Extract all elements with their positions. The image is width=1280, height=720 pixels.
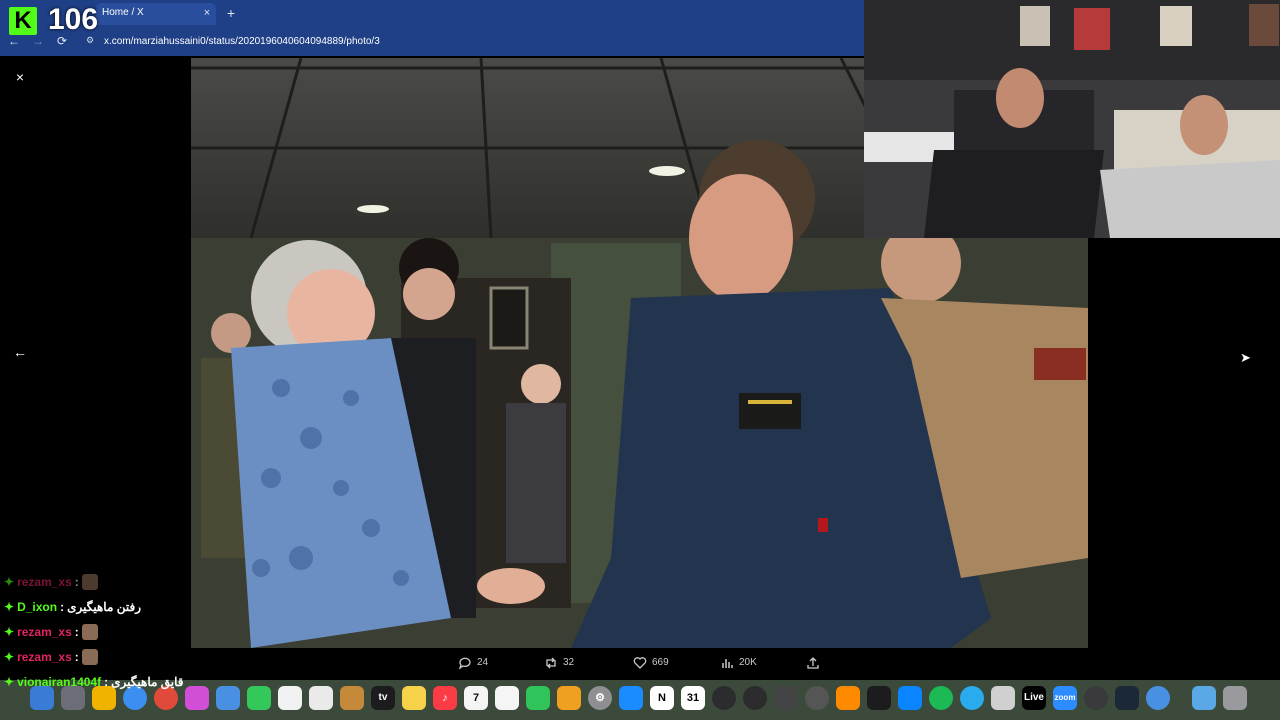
zoom-icon[interactable]: zoom [1053, 686, 1077, 710]
calendar-day: 7 [472, 692, 480, 704]
url-text: x.com/marziahussaini0/status/20201960406… [104, 36, 380, 47]
fl-studio-icon[interactable] [836, 686, 860, 710]
chat-emote-icon [81, 624, 98, 640]
heart-icon [633, 657, 647, 669]
chat-username: rezam_xs [17, 575, 72, 589]
pages-icon[interactable] [557, 686, 581, 710]
share-icon [807, 657, 819, 669]
badge-icon: ✦ [4, 650, 15, 664]
tab-close-icon[interactable]: × [200, 5, 214, 21]
badge-icon: ✦ [4, 675, 15, 689]
mouse-cursor-icon: ➤ [1240, 350, 1251, 365]
app-store-icon[interactable] [619, 686, 643, 710]
browser-tab[interactable]: Home / X [96, 3, 216, 25]
repost-icon [546, 657, 556, 669]
calendar-app-icon[interactable]: 31 [681, 686, 705, 710]
badge-icon: ✦ [4, 625, 15, 639]
numbers-icon[interactable] [526, 686, 550, 710]
new-tab-button[interactable]: + [224, 4, 238, 22]
reply-count: 24 [477, 657, 489, 668]
music-icon[interactable]: ♪ [433, 686, 457, 710]
views-button[interactable]: 20K [720, 653, 757, 673]
reply-button[interactable]: 24 [458, 653, 488, 673]
kick-logo: K [9, 7, 37, 35]
chat-text: قایق ماهیگیری [111, 675, 184, 689]
repost-button[interactable]: 32 [544, 653, 574, 673]
notes-icon[interactable] [402, 686, 426, 710]
previous-photo-arrow-icon[interactable]: ← [12, 343, 28, 361]
chat-emote-icon [81, 574, 98, 590]
calendar-icon[interactable]: 7 [464, 686, 488, 710]
mail-icon[interactable] [216, 686, 240, 710]
downloads-folder-icon[interactable] [1192, 686, 1216, 710]
chat-username: rezam_xs [17, 625, 72, 639]
ableton-live-icon[interactable]: Live [1022, 686, 1046, 710]
address-bar[interactable]: x.com/marziahussaini0/status/20201960406… [84, 32, 854, 52]
reminders-icon[interactable] [278, 686, 302, 710]
news-icon[interactable] [495, 686, 519, 710]
viewer-count: 106 [48, 3, 99, 36]
keynote-icon[interactable] [898, 686, 922, 710]
spotify-icon[interactable] [929, 686, 953, 710]
chat-text: رفتن ماهیگیری [67, 600, 141, 614]
chat-message: ✦ D_ixon : رفتن ماهیگیری [4, 597, 141, 617]
chat-username: rezam_xs [17, 650, 72, 664]
app-icon[interactable] [340, 686, 364, 710]
badge-icon: ✦ [4, 575, 15, 589]
steam-icon[interactable] [1115, 686, 1139, 710]
badge-icon: ✦ [4, 600, 15, 614]
trash-icon[interactable] [1223, 686, 1247, 710]
repost-count: 32 [563, 657, 575, 668]
telegram-icon[interactable] [960, 686, 984, 710]
apple-tv-icon[interactable]: tv [371, 686, 395, 710]
obs-icon[interactable] [1084, 686, 1108, 710]
chat-message: ✦ rezam_xs : [4, 622, 98, 642]
freeform-icon[interactable] [309, 686, 333, 710]
app-icon[interactable] [1146, 686, 1170, 710]
photos-icon[interactable] [185, 686, 209, 710]
analytics-icon [722, 659, 733, 668]
app-icon[interactable] [712, 686, 736, 710]
close-icon[interactable]: × [12, 68, 28, 86]
chat-message: ✦ rezam_xs : [4, 647, 98, 667]
like-button[interactable]: 669 [633, 653, 669, 673]
unity-icon[interactable] [774, 686, 798, 710]
like-count: 669 [652, 657, 669, 668]
view-count: 20K [739, 657, 757, 668]
chat-emote-icon [81, 649, 98, 665]
reply-icon [458, 657, 471, 670]
notion-icon[interactable]: N [650, 686, 674, 710]
share-button[interactable] [806, 653, 820, 673]
chat-message: ✦ rezam_xs : [4, 572, 98, 592]
app-icon[interactable] [991, 686, 1015, 710]
webcam-scene [864, 0, 1280, 238]
facetime-icon[interactable] [247, 686, 271, 710]
capcut-icon[interactable] [867, 686, 891, 710]
settings-icon[interactable]: ⚙ [588, 686, 612, 710]
app-icon[interactable] [743, 686, 767, 710]
app-icon[interactable] [805, 686, 829, 710]
chat-message: ✦ vionairan1404f : قایق ماهیگیری [4, 672, 183, 692]
chat-username: D_ixon [17, 600, 58, 614]
chat-username: vionairan1404f [17, 675, 102, 689]
webcam-overlay [864, 0, 1280, 238]
tab-title: Home / X [102, 7, 144, 18]
